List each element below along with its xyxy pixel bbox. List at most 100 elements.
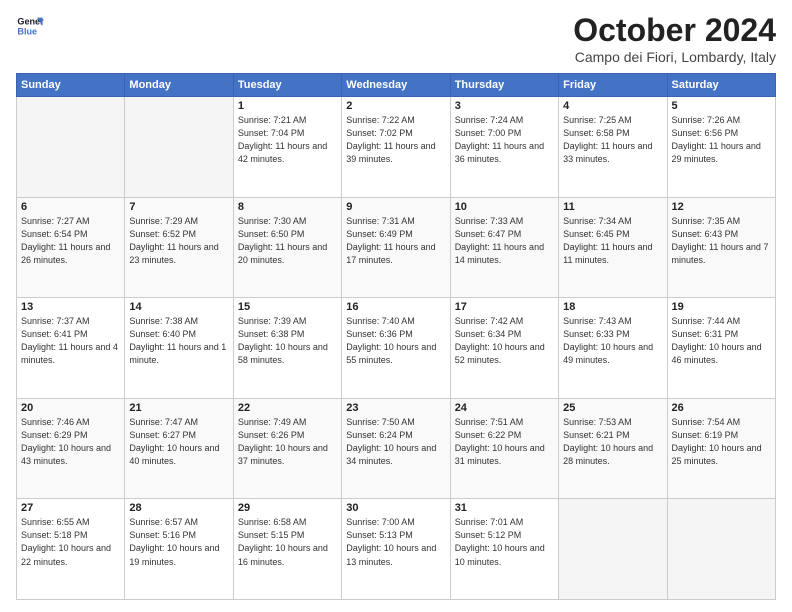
day-number: 17 — [455, 301, 554, 313]
header: General Blue October 2024 Campo dei Fior… — [16, 12, 776, 65]
day-info: Sunrise: 7:54 AM Sunset: 6:19 PM Dayligh… — [672, 416, 771, 468]
day-number: 10 — [455, 201, 554, 213]
day-cell-2-3: 16 Sunrise: 7:40 AM Sunset: 6:36 PM Dayli… — [342, 298, 450, 399]
day-cell-0-2: 1 Sunrise: 7:21 AM Sunset: 7:04 PM Daylig… — [233, 97, 341, 198]
day-cell-2-2: 15 Sunrise: 7:39 AM Sunset: 6:38 PM Dayli… — [233, 298, 341, 399]
day-info: Sunrise: 7:30 AM Sunset: 6:50 PM Dayligh… — [238, 215, 337, 267]
day-number: 21 — [129, 402, 228, 414]
day-cell-4-1: 28 Sunrise: 6:57 AM Sunset: 5:16 PM Dayli… — [125, 499, 233, 600]
day-info: Sunrise: 7:25 AM Sunset: 6:58 PM Dayligh… — [563, 114, 662, 166]
day-cell-0-6: 5Sunrise: 7:26 AM Sunset: 6:56 PM Daylig… — [667, 97, 775, 198]
day-number: 2 — [346, 100, 445, 112]
day-number: 24 — [455, 402, 554, 414]
week-row-3: 20 Sunrise: 7:46 AM Sunset: 6:29 PM Dayli… — [17, 398, 776, 499]
day-info: Sunrise: 7:00 AM Sunset: 5:13 PM Dayligh… — [346, 516, 445, 568]
svg-text:Blue: Blue — [17, 26, 37, 36]
day-cell-0-5: 4 Sunrise: 7:25 AM Sunset: 6:58 PM Daylig… — [559, 97, 667, 198]
day-info: Sunrise: 6:57 AM Sunset: 5:16 PM Dayligh… — [129, 516, 228, 568]
day-cell-3-6: 26Sunrise: 7:54 AM Sunset: 6:19 PM Dayli… — [667, 398, 775, 499]
day-info: Sunrise: 7:42 AM Sunset: 6:34 PM Dayligh… — [455, 315, 554, 367]
main-title: October 2024 — [573, 12, 776, 49]
day-number: 20 — [21, 402, 120, 414]
day-cell-1-4: 10 Sunrise: 7:33 AM Sunset: 6:47 PM Dayli… — [450, 197, 558, 298]
day-info: Sunrise: 7:34 AM Sunset: 6:45 PM Dayligh… — [563, 215, 662, 267]
day-cell-0-0 — [17, 97, 125, 198]
day-number: 4 — [563, 100, 662, 112]
day-info: Sunrise: 7:40 AM Sunset: 6:36 PM Dayligh… — [346, 315, 445, 367]
day-cell-3-3: 23Sunrise: 7:50 AM Sunset: 6:24 PM Dayli… — [342, 398, 450, 499]
logo: General Blue — [16, 12, 44, 40]
title-section: October 2024 Campo dei Fiori, Lombardy, … — [573, 12, 776, 65]
day-number: 18 — [563, 301, 662, 313]
header-thursday: Thursday — [450, 74, 558, 97]
day-cell-1-1: 7 Sunrise: 7:29 AM Sunset: 6:52 PM Daylig… — [125, 197, 233, 298]
subtitle: Campo dei Fiori, Lombardy, Italy — [573, 49, 776, 65]
day-info: Sunrise: 6:55 AM Sunset: 5:18 PM Dayligh… — [21, 516, 120, 568]
day-info: Sunrise: 7:27 AM Sunset: 6:54 PM Dayligh… — [21, 215, 120, 267]
header-sunday: Sunday — [17, 74, 125, 97]
day-number: 6 — [21, 201, 120, 213]
day-number: 22 — [238, 402, 337, 414]
day-cell-3-1: 21 Sunrise: 7:47 AM Sunset: 6:27 PM Dayli… — [125, 398, 233, 499]
day-cell-0-3: 2Sunrise: 7:22 AM Sunset: 7:02 PM Daylig… — [342, 97, 450, 198]
day-cell-0-4: 3 Sunrise: 7:24 AM Sunset: 7:00 PM Daylig… — [450, 97, 558, 198]
day-info: Sunrise: 7:50 AM Sunset: 6:24 PM Dayligh… — [346, 416, 445, 468]
day-info: Sunrise: 7:49 AM Sunset: 6:26 PM Dayligh… — [238, 416, 337, 468]
day-info: Sunrise: 7:21 AM Sunset: 7:04 PM Dayligh… — [238, 114, 337, 166]
day-cell-4-4: 31Sunrise: 7:01 AM Sunset: 5:12 PM Dayli… — [450, 499, 558, 600]
week-row-4: 27 Sunrise: 6:55 AM Sunset: 5:18 PM Dayli… — [17, 499, 776, 600]
day-info: Sunrise: 7:44 AM Sunset: 6:31 PM Dayligh… — [672, 315, 771, 367]
day-number: 12 — [672, 201, 771, 213]
day-number: 31 — [455, 502, 554, 514]
day-info: Sunrise: 7:43 AM Sunset: 6:33 PM Dayligh… — [563, 315, 662, 367]
day-number: 19 — [672, 301, 771, 313]
day-number: 1 — [238, 100, 337, 112]
day-cell-3-2: 22 Sunrise: 7:49 AM Sunset: 6:26 PM Dayli… — [233, 398, 341, 499]
day-info: Sunrise: 7:24 AM Sunset: 7:00 PM Dayligh… — [455, 114, 554, 166]
day-info: Sunrise: 7:26 AM Sunset: 6:56 PM Dayligh… — [672, 114, 771, 166]
day-cell-2-4: 17 Sunrise: 7:42 AM Sunset: 6:34 PM Dayli… — [450, 298, 558, 399]
day-cell-0-1 — [125, 97, 233, 198]
day-cell-2-5: 18 Sunrise: 7:43 AM Sunset: 6:33 PM Dayli… — [559, 298, 667, 399]
header-tuesday: Tuesday — [233, 74, 341, 97]
day-info: Sunrise: 7:31 AM Sunset: 6:49 PM Dayligh… — [346, 215, 445, 267]
weekday-header-row: Sunday Monday Tuesday Wednesday Thursday… — [17, 74, 776, 97]
day-number: 29 — [238, 502, 337, 514]
logo-icon: General Blue — [16, 12, 44, 40]
header-monday: Monday — [125, 74, 233, 97]
day-number: 3 — [455, 100, 554, 112]
day-number: 14 — [129, 301, 228, 313]
calendar-table: Sunday Monday Tuesday Wednesday Thursday… — [16, 73, 776, 600]
day-cell-1-2: 8Sunrise: 7:30 AM Sunset: 6:50 PM Daylig… — [233, 197, 341, 298]
day-number: 25 — [563, 402, 662, 414]
day-info: Sunrise: 7:46 AM Sunset: 6:29 PM Dayligh… — [21, 416, 120, 468]
day-cell-4-0: 27 Sunrise: 6:55 AM Sunset: 5:18 PM Dayli… — [17, 499, 125, 600]
day-info: Sunrise: 7:47 AM Sunset: 6:27 PM Dayligh… — [129, 416, 228, 468]
day-cell-1-5: 11Sunrise: 7:34 AM Sunset: 6:45 PM Dayli… — [559, 197, 667, 298]
week-row-2: 13Sunrise: 7:37 AM Sunset: 6:41 PM Dayli… — [17, 298, 776, 399]
day-cell-2-0: 13Sunrise: 7:37 AM Sunset: 6:41 PM Dayli… — [17, 298, 125, 399]
day-info: Sunrise: 7:51 AM Sunset: 6:22 PM Dayligh… — [455, 416, 554, 468]
day-number: 16 — [346, 301, 445, 313]
week-row-0: 1 Sunrise: 7:21 AM Sunset: 7:04 PM Daylig… — [17, 97, 776, 198]
day-cell-3-4: 24 Sunrise: 7:51 AM Sunset: 6:22 PM Dayli… — [450, 398, 558, 499]
day-number: 28 — [129, 502, 228, 514]
day-info: Sunrise: 7:37 AM Sunset: 6:41 PM Dayligh… — [21, 315, 120, 367]
day-cell-4-6 — [667, 499, 775, 600]
day-info: Sunrise: 7:29 AM Sunset: 6:52 PM Dayligh… — [129, 215, 228, 267]
day-info: Sunrise: 7:38 AM Sunset: 6:40 PM Dayligh… — [129, 315, 228, 367]
day-info: Sunrise: 7:39 AM Sunset: 6:38 PM Dayligh… — [238, 315, 337, 367]
week-row-1: 6 Sunrise: 7:27 AM Sunset: 6:54 PM Daylig… — [17, 197, 776, 298]
day-cell-4-5 — [559, 499, 667, 600]
day-info: Sunrise: 6:58 AM Sunset: 5:15 PM Dayligh… — [238, 516, 337, 568]
day-number: 7 — [129, 201, 228, 213]
day-cell-1-0: 6 Sunrise: 7:27 AM Sunset: 6:54 PM Daylig… — [17, 197, 125, 298]
day-info: Sunrise: 7:35 AM Sunset: 6:43 PM Dayligh… — [672, 215, 771, 267]
day-number: 15 — [238, 301, 337, 313]
day-info: Sunrise: 7:33 AM Sunset: 6:47 PM Dayligh… — [455, 215, 554, 267]
day-cell-2-1: 14 Sunrise: 7:38 AM Sunset: 6:40 PM Dayli… — [125, 298, 233, 399]
page: General Blue October 2024 Campo dei Fior… — [0, 0, 792, 612]
day-number: 27 — [21, 502, 120, 514]
day-number: 30 — [346, 502, 445, 514]
day-info: Sunrise: 7:53 AM Sunset: 6:21 PM Dayligh… — [563, 416, 662, 468]
